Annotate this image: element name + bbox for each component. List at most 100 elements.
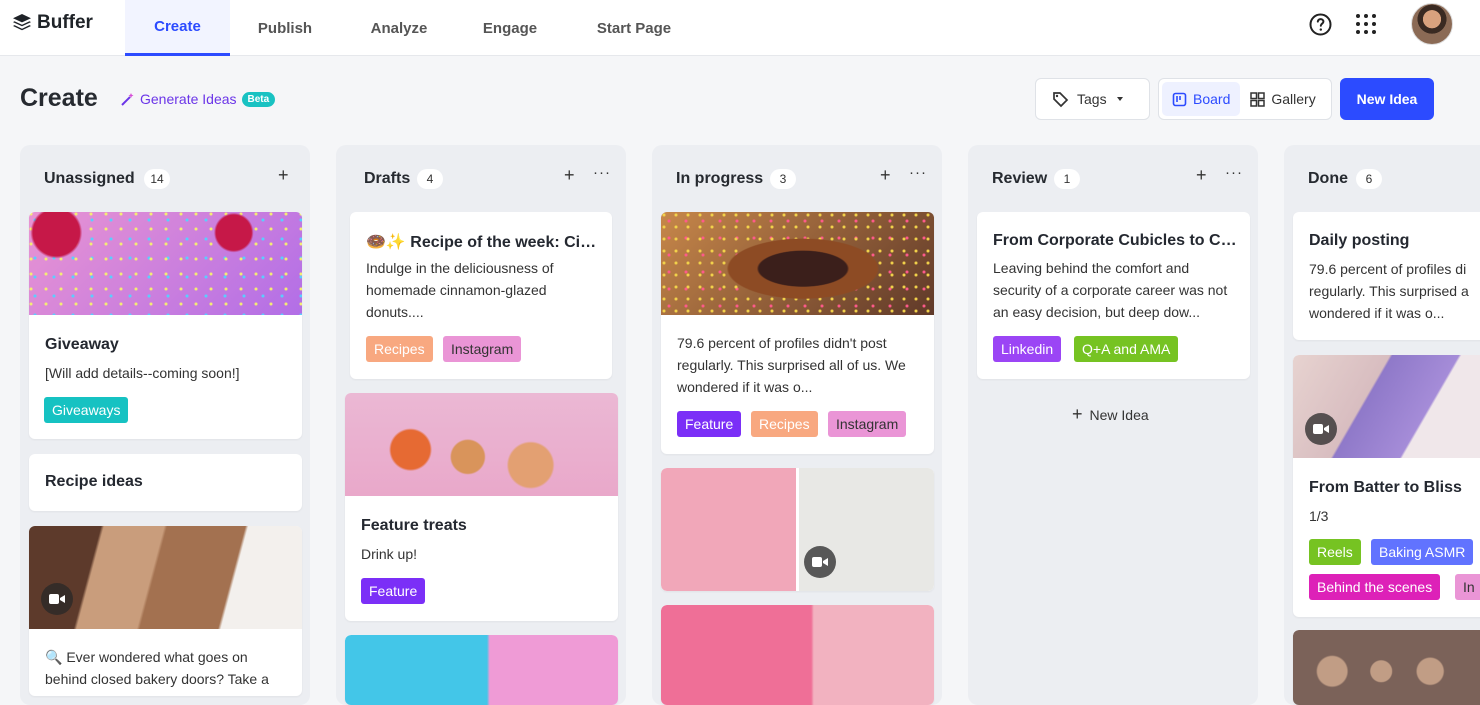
sprinkles-image bbox=[29, 212, 302, 315]
tab-engage[interactable]: Engage bbox=[470, 0, 550, 56]
tag-behind-the-scenes[interactable]: Behind the scenes bbox=[1309, 574, 1441, 600]
page-title: Create bbox=[20, 84, 98, 112]
card-title: Feature treats bbox=[361, 517, 467, 534]
apps-grid-icon[interactable] bbox=[1355, 13, 1377, 35]
new-idea-label: New Idea bbox=[1089, 406, 1149, 423]
tags-dropdown[interactable]: Tags bbox=[1035, 78, 1150, 120]
card-body: [Will add details--coming soon!] bbox=[45, 365, 240, 381]
help-icon[interactable] bbox=[1308, 12, 1333, 37]
card-body: Drink up! bbox=[361, 546, 418, 562]
tab-analyze[interactable]: Analyze bbox=[350, 0, 448, 56]
add-card-button[interactable]: + bbox=[880, 165, 891, 186]
add-new-idea-button[interactable]: + New Idea bbox=[1072, 404, 1149, 425]
tag-feature[interactable]: Feature bbox=[677, 411, 742, 437]
pink-room-image bbox=[661, 605, 934, 705]
add-card-button[interactable]: + bbox=[564, 165, 575, 186]
column-review: Review 1 + ··· From Corporate Cubicles t… bbox=[968, 145, 1258, 705]
column-count: 6 bbox=[1356, 169, 1382, 189]
card-body: Leaving behind the comfort and security … bbox=[993, 260, 1228, 320]
card-body: 79.6 percent of profiles didn't post reg… bbox=[677, 335, 906, 395]
video-icon bbox=[804, 546, 836, 578]
tag-reels[interactable]: Reels bbox=[1309, 539, 1361, 565]
idea-card-coffee[interactable] bbox=[661, 468, 934, 591]
tags-label: Tags bbox=[1077, 91, 1107, 107]
buffer-stack-icon bbox=[13, 14, 31, 31]
idea-card-recipe-week[interactable]: 🍩✨ Recipe of the week: Cin... Indulge in… bbox=[350, 212, 612, 379]
gallery-icon bbox=[1250, 91, 1266, 107]
macarons-image bbox=[1293, 630, 1480, 705]
column-title: In progress bbox=[676, 170, 764, 187]
idea-card-giveaway[interactable]: Giveaway [Will add details--coming soon!… bbox=[29, 212, 302, 439]
new-idea-button[interactable]: New Idea bbox=[1340, 78, 1434, 120]
tag-instagram[interactable]: Instagram bbox=[828, 411, 907, 437]
tag-baking-asmr[interactable]: Baking ASMR bbox=[1371, 539, 1474, 565]
buffer-logo[interactable]: Buffer bbox=[12, 12, 93, 34]
top-navigation: Buffer Create Publish Analyze Engage Sta… bbox=[0, 0, 1480, 56]
column-done: Done 6 Daily posting 79.6 percent of pro… bbox=[1284, 145, 1480, 705]
card-body: Indulge in the deliciousness of homemade… bbox=[366, 260, 554, 320]
idea-card-bakery[interactable]: 🔍 Ever wondered what goes on behind clos… bbox=[29, 526, 302, 696]
video-icon bbox=[41, 583, 73, 615]
donut-image bbox=[345, 635, 618, 705]
column-title: Review bbox=[992, 170, 1048, 187]
add-card-button[interactable]: + bbox=[1196, 165, 1207, 186]
card-body: 🔍 Ever wondered what goes on behind clos… bbox=[45, 649, 269, 687]
column-title: Drafts bbox=[364, 170, 411, 187]
idea-card-recipe-ideas[interactable]: Recipe ideas bbox=[29, 454, 302, 511]
tab-start-page[interactable]: Start Page bbox=[585, 0, 683, 56]
tag-qa-ama[interactable]: Q+A and AMA bbox=[1074, 336, 1179, 362]
column-count: 14 bbox=[144, 169, 170, 189]
idea-card-feature-treats[interactable]: Feature treats Drink up! Feature bbox=[345, 393, 618, 621]
board-view-button[interactable]: Board bbox=[1162, 82, 1241, 116]
tag-linkedin[interactable]: Linkedin bbox=[993, 336, 1062, 362]
column-unassigned: Unassigned 14 + Giveaway [Will add detai… bbox=[20, 145, 310, 705]
buffer-wordmark: Buffer bbox=[37, 12, 93, 33]
column-count: 4 bbox=[417, 169, 443, 189]
tag-giveaways[interactable]: Giveaways bbox=[44, 397, 129, 423]
column-header: Done 6 bbox=[1284, 145, 1480, 209]
generate-ideas-link[interactable]: Generate Ideas Beta bbox=[120, 91, 276, 107]
tag-feature[interactable]: Feature bbox=[361, 578, 426, 604]
tag-recipes[interactable]: Recipes bbox=[751, 411, 818, 437]
idea-card-progress[interactable]: 79.6 percent of profiles didn't post reg… bbox=[661, 212, 934, 454]
gallery-view-button[interactable]: Gallery bbox=[1240, 82, 1325, 116]
card-body: 1/3 bbox=[1309, 508, 1329, 524]
tag-in[interactable]: In bbox=[1455, 574, 1480, 600]
tab-publish[interactable]: Publish bbox=[240, 0, 330, 56]
chevron-down-icon bbox=[1116, 97, 1123, 101]
sprinkled-donut-image bbox=[661, 212, 934, 315]
column-header: In progress 3 + ··· bbox=[652, 145, 942, 209]
card-title: Daily posting bbox=[1309, 232, 1410, 249]
plus-icon: + bbox=[1072, 404, 1083, 424]
idea-card-daily-posting[interactable]: Daily posting 79.6 percent of profiles d… bbox=[1293, 212, 1480, 340]
beta-badge: Beta bbox=[241, 91, 276, 107]
video-icon bbox=[1305, 413, 1337, 445]
baking-video-image bbox=[29, 526, 302, 629]
tab-create[interactable]: Create bbox=[125, 0, 230, 56]
column-drafts: Drafts 4 + ··· 🍩✨ Recipe of the week: Ci… bbox=[336, 145, 626, 705]
card-title: Giveaway bbox=[45, 336, 119, 353]
idea-card-batter-bliss[interactable]: From Batter to Bliss 1/3 Reels Baking AS… bbox=[1293, 355, 1480, 617]
more-options-button[interactable]: ··· bbox=[1225, 164, 1243, 181]
idea-card-pink-room[interactable] bbox=[661, 605, 934, 705]
board-label: Board bbox=[1193, 91, 1231, 107]
card-body: 79.6 percent of profiles di regularly. T… bbox=[1309, 261, 1469, 321]
coffee-pastry-image bbox=[661, 468, 934, 591]
column-title: Unassigned bbox=[44, 170, 135, 187]
page-header: Create Generate Ideas Beta Tags Board Ga… bbox=[0, 56, 1480, 144]
magic-wand-icon bbox=[121, 92, 134, 106]
column-header: Drafts 4 + ··· bbox=[336, 145, 626, 209]
idea-card-macarons[interactable] bbox=[1293, 630, 1480, 705]
column-in-progress: In progress 3 + ··· 79.6 percent of prof… bbox=[652, 145, 942, 705]
add-card-button[interactable]: + bbox=[278, 165, 289, 186]
card-title: From Batter to Bliss bbox=[1309, 479, 1462, 496]
more-options-button[interactable]: ··· bbox=[909, 164, 927, 181]
user-avatar[interactable] bbox=[1411, 3, 1453, 45]
tag-recipes[interactable]: Recipes bbox=[366, 336, 433, 362]
card-title: From Corporate Cubicles to Co... bbox=[993, 232, 1239, 249]
idea-card-donut-pair[interactable] bbox=[345, 635, 618, 705]
idea-card-corporate[interactable]: From Corporate Cubicles to Co... Leaving… bbox=[977, 212, 1250, 379]
tag-instagram[interactable]: Instagram bbox=[443, 336, 522, 362]
column-title: Done bbox=[1308, 170, 1348, 187]
more-options-button[interactable]: ··· bbox=[593, 164, 611, 181]
